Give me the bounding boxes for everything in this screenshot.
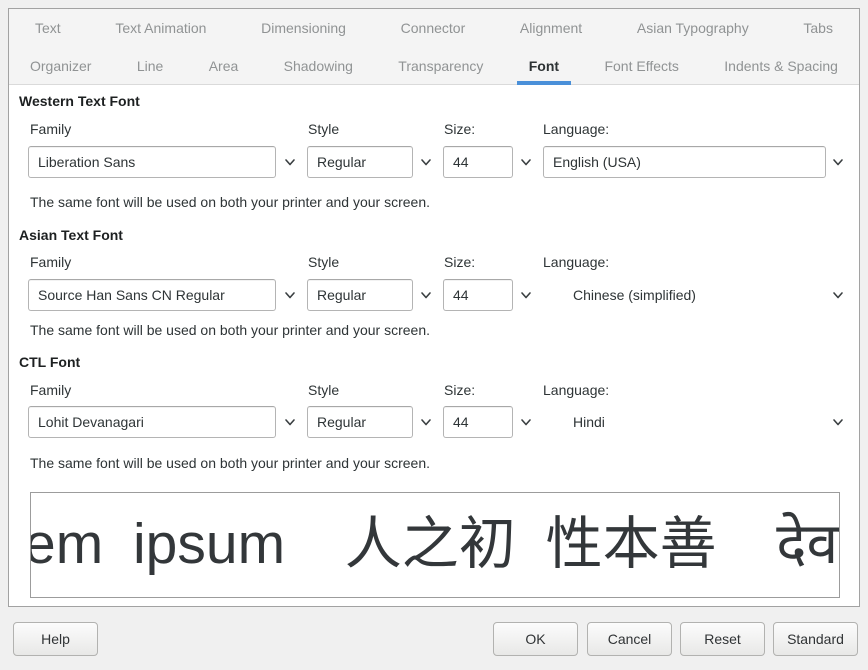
asian-language-dropdown[interactable]: Chinese (simplified): [543, 279, 845, 311]
tab-row-2: Organizer Line Area Shadowing Transparen…: [9, 47, 859, 85]
chevron-down-icon[interactable]: [419, 156, 433, 168]
cancel-button[interactable]: Cancel: [587, 622, 672, 656]
standard-button[interactable]: Standard: [773, 622, 858, 656]
chevron-down-icon[interactable]: [519, 289, 533, 301]
font-preview-box: em ipsum 人之初 性本善 देवन: [30, 492, 840, 598]
western-font-heading: Western Text Font: [19, 93, 140, 109]
asian-size-input[interactable]: [443, 279, 513, 311]
tab-row-1: Text Text Animation Dimensioning Connect…: [9, 9, 859, 47]
asian-language-value: Chinese (simplified): [573, 279, 696, 311]
ctl-size-input[interactable]: [443, 406, 513, 438]
ok-button[interactable]: OK: [493, 622, 578, 656]
tab-transparency[interactable]: Transparency: [386, 47, 495, 85]
chevron-down-icon[interactable]: [519, 416, 533, 428]
ctl-style-label: Style: [308, 382, 339, 398]
asian-language-label: Language:: [543, 254, 609, 270]
ctl-font-note: The same font will be used on both your …: [30, 455, 430, 471]
ctl-family-label: Family: [30, 382, 71, 398]
western-size-label: Size:: [444, 121, 475, 137]
tab-shadowing[interactable]: Shadowing: [272, 47, 365, 85]
chevron-down-icon[interactable]: [519, 156, 533, 168]
tab-font[interactable]: Font: [517, 47, 571, 85]
reset-button[interactable]: Reset: [680, 622, 765, 656]
western-language-label: Language:: [543, 121, 609, 137]
asian-style-input[interactable]: [307, 279, 413, 311]
font-tab-page: Text Text Animation Dimensioning Connect…: [8, 8, 860, 607]
asian-size-label: Size:: [444, 254, 475, 270]
tab-font-effects[interactable]: Font Effects: [592, 47, 690, 85]
chevron-down-icon[interactable]: [283, 156, 297, 168]
asian-style-label: Style: [308, 254, 339, 270]
character-dialog: { "colors": { "accent": "#4a90d9" }, "ta…: [0, 0, 868, 670]
tab-alignment[interactable]: Alignment: [508, 9, 594, 47]
tab-connector[interactable]: Connector: [389, 9, 478, 47]
asian-family-label: Family: [30, 254, 71, 270]
chevron-down-icon[interactable]: [419, 416, 433, 428]
tab-asian-typography[interactable]: Asian Typography: [625, 9, 761, 47]
western-family-input[interactable]: [28, 146, 276, 178]
chevron-down-icon[interactable]: [283, 289, 297, 301]
tab-line[interactable]: Line: [125, 47, 175, 85]
western-font-note: The same font will be used on both your …: [30, 194, 430, 210]
chevron-down-icon[interactable]: [831, 156, 845, 168]
tab-indents-spacing[interactable]: Indents & Spacing: [712, 47, 850, 85]
tab-organizer[interactable]: Organizer: [18, 47, 103, 85]
tab-text[interactable]: Text: [23, 9, 73, 47]
western-style-input[interactable]: [307, 146, 413, 178]
chevron-down-icon: [831, 416, 845, 428]
ctl-language-label: Language:: [543, 382, 609, 398]
ctl-language-value: Hindi: [573, 406, 605, 438]
font-preview-text: em ipsum 人之初 性本善 देवन: [30, 493, 839, 595]
tab-area[interactable]: Area: [197, 47, 251, 85]
asian-font-heading: Asian Text Font: [19, 227, 123, 243]
ctl-size-label: Size:: [444, 382, 475, 398]
chevron-down-icon[interactable]: [283, 416, 297, 428]
ctl-language-dropdown[interactable]: Hindi: [543, 406, 845, 438]
western-family-label: Family: [30, 121, 71, 137]
ctl-style-input[interactable]: [307, 406, 413, 438]
chevron-down-icon[interactable]: [419, 289, 433, 301]
tab-bar: Text Text Animation Dimensioning Connect…: [9, 9, 859, 85]
tab-dimensioning[interactable]: Dimensioning: [249, 9, 358, 47]
western-language-input[interactable]: [543, 146, 826, 178]
asian-family-input[interactable]: [28, 279, 276, 311]
chevron-down-icon: [831, 289, 845, 301]
asian-font-note: The same font will be used on both your …: [30, 322, 430, 338]
western-size-input[interactable]: [443, 146, 513, 178]
tab-text-animation[interactable]: Text Animation: [103, 9, 218, 47]
ctl-font-heading: CTL Font: [19, 354, 80, 370]
ctl-family-input[interactable]: [28, 406, 276, 438]
help-button[interactable]: Help: [13, 622, 98, 656]
tab-tabs[interactable]: Tabs: [791, 9, 845, 47]
western-style-label: Style: [308, 121, 339, 137]
